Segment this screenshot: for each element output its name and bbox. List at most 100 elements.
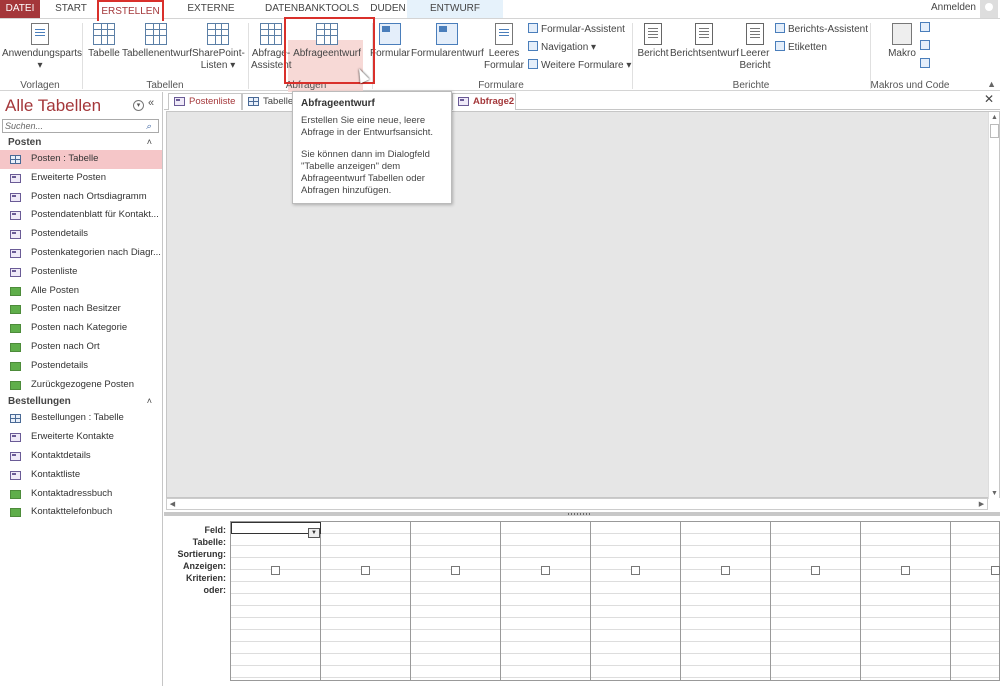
vertical-scrollbar[interactable]: ▲ ▼	[988, 112, 999, 499]
tab-entwurf[interactable]: ENTWURF	[407, 0, 503, 18]
tab-datei[interactable]: DATEI	[0, 0, 40, 18]
scroll-down-icon[interactable]: ▼	[989, 488, 1000, 499]
formular-assistent-button[interactable]: Formular-Assistent	[528, 22, 625, 38]
class-module-button[interactable]	[920, 39, 932, 55]
visual-basic-button[interactable]	[920, 57, 932, 73]
nav-item[interactable]: Kontakttelefonbuch	[0, 503, 162, 522]
collapse-ribbon-icon[interactable]: ▲	[987, 79, 996, 89]
nav-item[interactable]: Kontaktliste	[0, 466, 162, 485]
tabellenentwurf-button[interactable]: Tabellenentwurf	[122, 19, 192, 60]
user-avatar-icon[interactable]	[980, 0, 998, 18]
nav-item-label: Posten nach Ortsdiagramm	[31, 190, 147, 202]
nav-item[interactable]: Postendetails	[0, 225, 162, 244]
group-label-formulare: Formulare	[478, 80, 524, 91]
berichtsentwurf-label: Berichtsentwurf	[670, 48, 739, 59]
nav-item[interactable]: Bestellungen : Tabelle	[0, 409, 162, 428]
nav-collapse-icon[interactable]: «	[148, 97, 154, 109]
doc-tab-tabelle[interactable]: Tabelle	[242, 93, 294, 110]
scrollbar-thumb[interactable]	[990, 124, 999, 138]
berichts-assistent-button[interactable]: Berichts-Assistent	[775, 22, 868, 38]
close-icon[interactable]: ✕	[984, 92, 994, 106]
anwendungsparts-button[interactable]: Anwendungsparts ▾	[2, 19, 82, 72]
nav-group-header[interactable]: Posten ˄	[0, 135, 162, 150]
chevron-up-icon[interactable]: ˄	[147, 135, 152, 150]
formular-assistent-label: Formular-Assistent	[541, 24, 625, 35]
show-checkbox[interactable]	[361, 566, 370, 575]
sharepoint-list-icon	[207, 23, 229, 45]
weitere-formulare-label: Weitere Formulare	[541, 60, 624, 71]
scroll-right-icon[interactable]: ▶	[976, 499, 987, 510]
navigation-button[interactable]: Navigation ▾	[528, 40, 596, 56]
leerer-bericht-button[interactable]: Leerer Bericht	[738, 19, 772, 72]
nav-item[interactable]: Posten nach Ort	[0, 338, 162, 357]
etiketten-button[interactable]: Etiketten	[775, 40, 827, 56]
nav-pane-title[interactable]: Alle Tabellen	[5, 96, 101, 116]
chevron-down-icon: ▾	[626, 60, 632, 71]
formularentwurf-button[interactable]: Formularentwurf	[411, 19, 484, 60]
nav-item[interactable]: Postendetails	[0, 357, 162, 376]
module-button[interactable]	[920, 21, 932, 37]
nav-item[interactable]: Kontaktadressbuch	[0, 485, 162, 504]
nav-item[interactable]: Posten nach Besitzer	[0, 300, 162, 319]
nav-search-input[interactable]: Suchen... ⌕	[2, 119, 159, 133]
module-icon	[920, 22, 930, 32]
table-icon	[93, 23, 115, 45]
nav-item[interactable]: Postendatenblatt für Kontakt...	[0, 206, 162, 225]
nav-item[interactable]: Erweiterte Posten	[0, 169, 162, 188]
bericht-button[interactable]: Bericht	[636, 19, 670, 60]
table-icon	[10, 155, 21, 164]
nav-item[interactable]: Zurückgezogene Posten	[0, 376, 162, 395]
tab-erstellen[interactable]: ERSTELLEN	[97, 0, 164, 21]
tab-duden[interactable]: DUDEN	[368, 2, 408, 18]
search-icon[interactable]: ⌕	[146, 121, 157, 131]
sharepoint-listen-button[interactable]: SharePoint- Listen ▾	[192, 19, 245, 72]
show-checkbox[interactable]	[631, 566, 640, 575]
horizontal-scrollbar[interactable]: ◀ ▶	[166, 498, 988, 510]
nav-item[interactable]: Postenkategorien nach Diagr...	[0, 244, 162, 263]
form-wizard-icon	[528, 23, 538, 33]
chevron-down-icon[interactable]: ▼	[308, 528, 320, 538]
nav-item[interactable]: Kontaktdetails	[0, 447, 162, 466]
nav-menu-chevron-icon[interactable]: ▾	[133, 100, 144, 111]
tab-datenbanktools[interactable]: DATENBANKTOOLS	[265, 2, 359, 18]
formular-button[interactable]: Formular	[370, 19, 410, 60]
nav-item[interactable]: Postenliste	[0, 263, 162, 282]
tab-start[interactable]: START	[52, 2, 90, 18]
nav-item[interactable]: Erweiterte Kontakte	[0, 428, 162, 447]
nav-item[interactable]: Posten nach Ortsdiagramm	[0, 188, 162, 207]
nav-item-label: Kontaktadressbuch	[31, 487, 113, 499]
leeres-formular-label-2: Formular	[484, 60, 525, 71]
chevron-up-icon[interactable]: ˄	[147, 394, 152, 409]
blank-report-icon	[746, 23, 764, 45]
query-wizard-icon	[260, 23, 282, 45]
doc-tab-postenliste[interactable]: Postenliste	[168, 93, 242, 110]
doc-tab-abfrage2[interactable]: Abfrage2	[452, 93, 516, 110]
nav-item[interactable]: Alle Posten	[0, 282, 162, 301]
tooltip-text-1: Erstellen Sie eine neue, leere Abfrage i…	[301, 115, 434, 138]
show-checkbox[interactable]	[541, 566, 550, 575]
nav-item[interactable]: Posten nach Kategorie	[0, 319, 162, 338]
nav-item-label: Bestellungen : Tabelle	[31, 412, 124, 424]
nav-object-list: Posten ˄ Posten : Tabelle Erweiterte Posten…	[0, 135, 162, 522]
show-checkbox[interactable]	[451, 566, 460, 575]
tabelle-button[interactable]: Tabelle	[88, 19, 120, 60]
access-window: DATEI START ERSTELLEN EXTERNE DATEN DATE…	[0, 0, 1000, 686]
show-checkbox[interactable]	[901, 566, 910, 575]
qbe-grid[interactable]: ▼	[230, 521, 1000, 681]
show-checkbox[interactable]	[811, 566, 820, 575]
makro-button[interactable]: Makro	[884, 19, 920, 60]
pane-splitter[interactable]	[164, 512, 1000, 516]
scroll-left-icon[interactable]: ◀	[167, 499, 178, 510]
berichtsentwurf-button[interactable]: Berichtsentwurf	[670, 19, 739, 60]
show-checkbox[interactable]	[721, 566, 730, 575]
leeres-formular-button[interactable]: Leeres Formular	[484, 19, 524, 72]
nav-item-label: Posten nach Kategorie	[31, 322, 128, 334]
scroll-up-icon[interactable]: ▲	[989, 112, 1000, 123]
tab-externe-daten[interactable]: EXTERNE DATEN	[171, 2, 251, 28]
weitere-formulare-button[interactable]: Weitere Formulare ▾	[528, 58, 631, 74]
show-checkbox[interactable]	[991, 566, 1000, 575]
show-checkbox[interactable]	[271, 566, 280, 575]
nav-item[interactable]: Posten : Tabelle	[0, 150, 162, 169]
nav-group-header[interactable]: Bestellungen ˄	[0, 394, 162, 409]
sign-in-link[interactable]: Anmelden	[931, 2, 976, 13]
